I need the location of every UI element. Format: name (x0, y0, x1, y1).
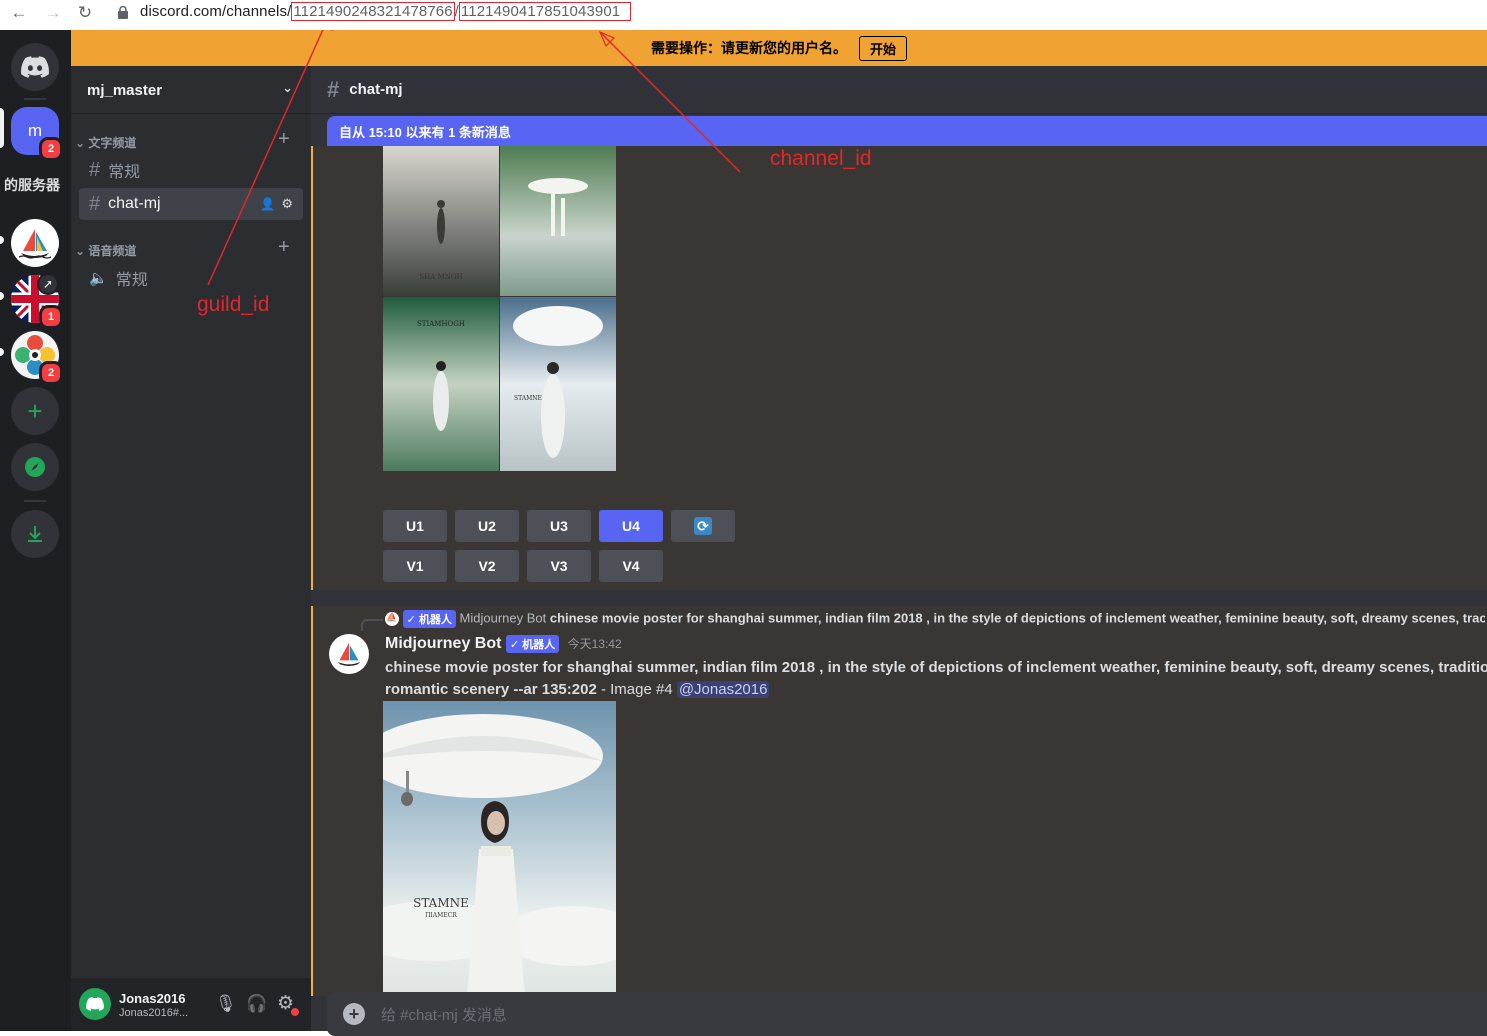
browser-toolbar: ← → ↻ discord.com/channels/1121490248321… (0, 0, 1487, 30)
channel-id-segment: 1121490417851043901 (458, 2, 632, 21)
arrow-right-icon[interactable]: → (42, 3, 64, 23)
annotation-arrows (207, 30, 741, 286)
address-bar[interactable]: discord.com/channels/1121490248321478766… (140, 2, 632, 21)
reload-icon[interactable]: ↻ (74, 3, 96, 23)
url-prefix: discord.com/channels/ (140, 3, 292, 20)
lock-icon (118, 6, 128, 19)
discord-app: m 2 的服务器 ➚ 1 2 + mj_master ⌄ ⌄ 文字频道 + # … (0, 30, 1487, 1036)
guild-id-segment: 1121490248321478766 (291, 2, 455, 21)
guild-id-annotation: guild_id (197, 293, 270, 316)
arrow-left-icon[interactable]: ← (8, 3, 30, 23)
channel-id-annotation: channel_id (770, 147, 872, 170)
